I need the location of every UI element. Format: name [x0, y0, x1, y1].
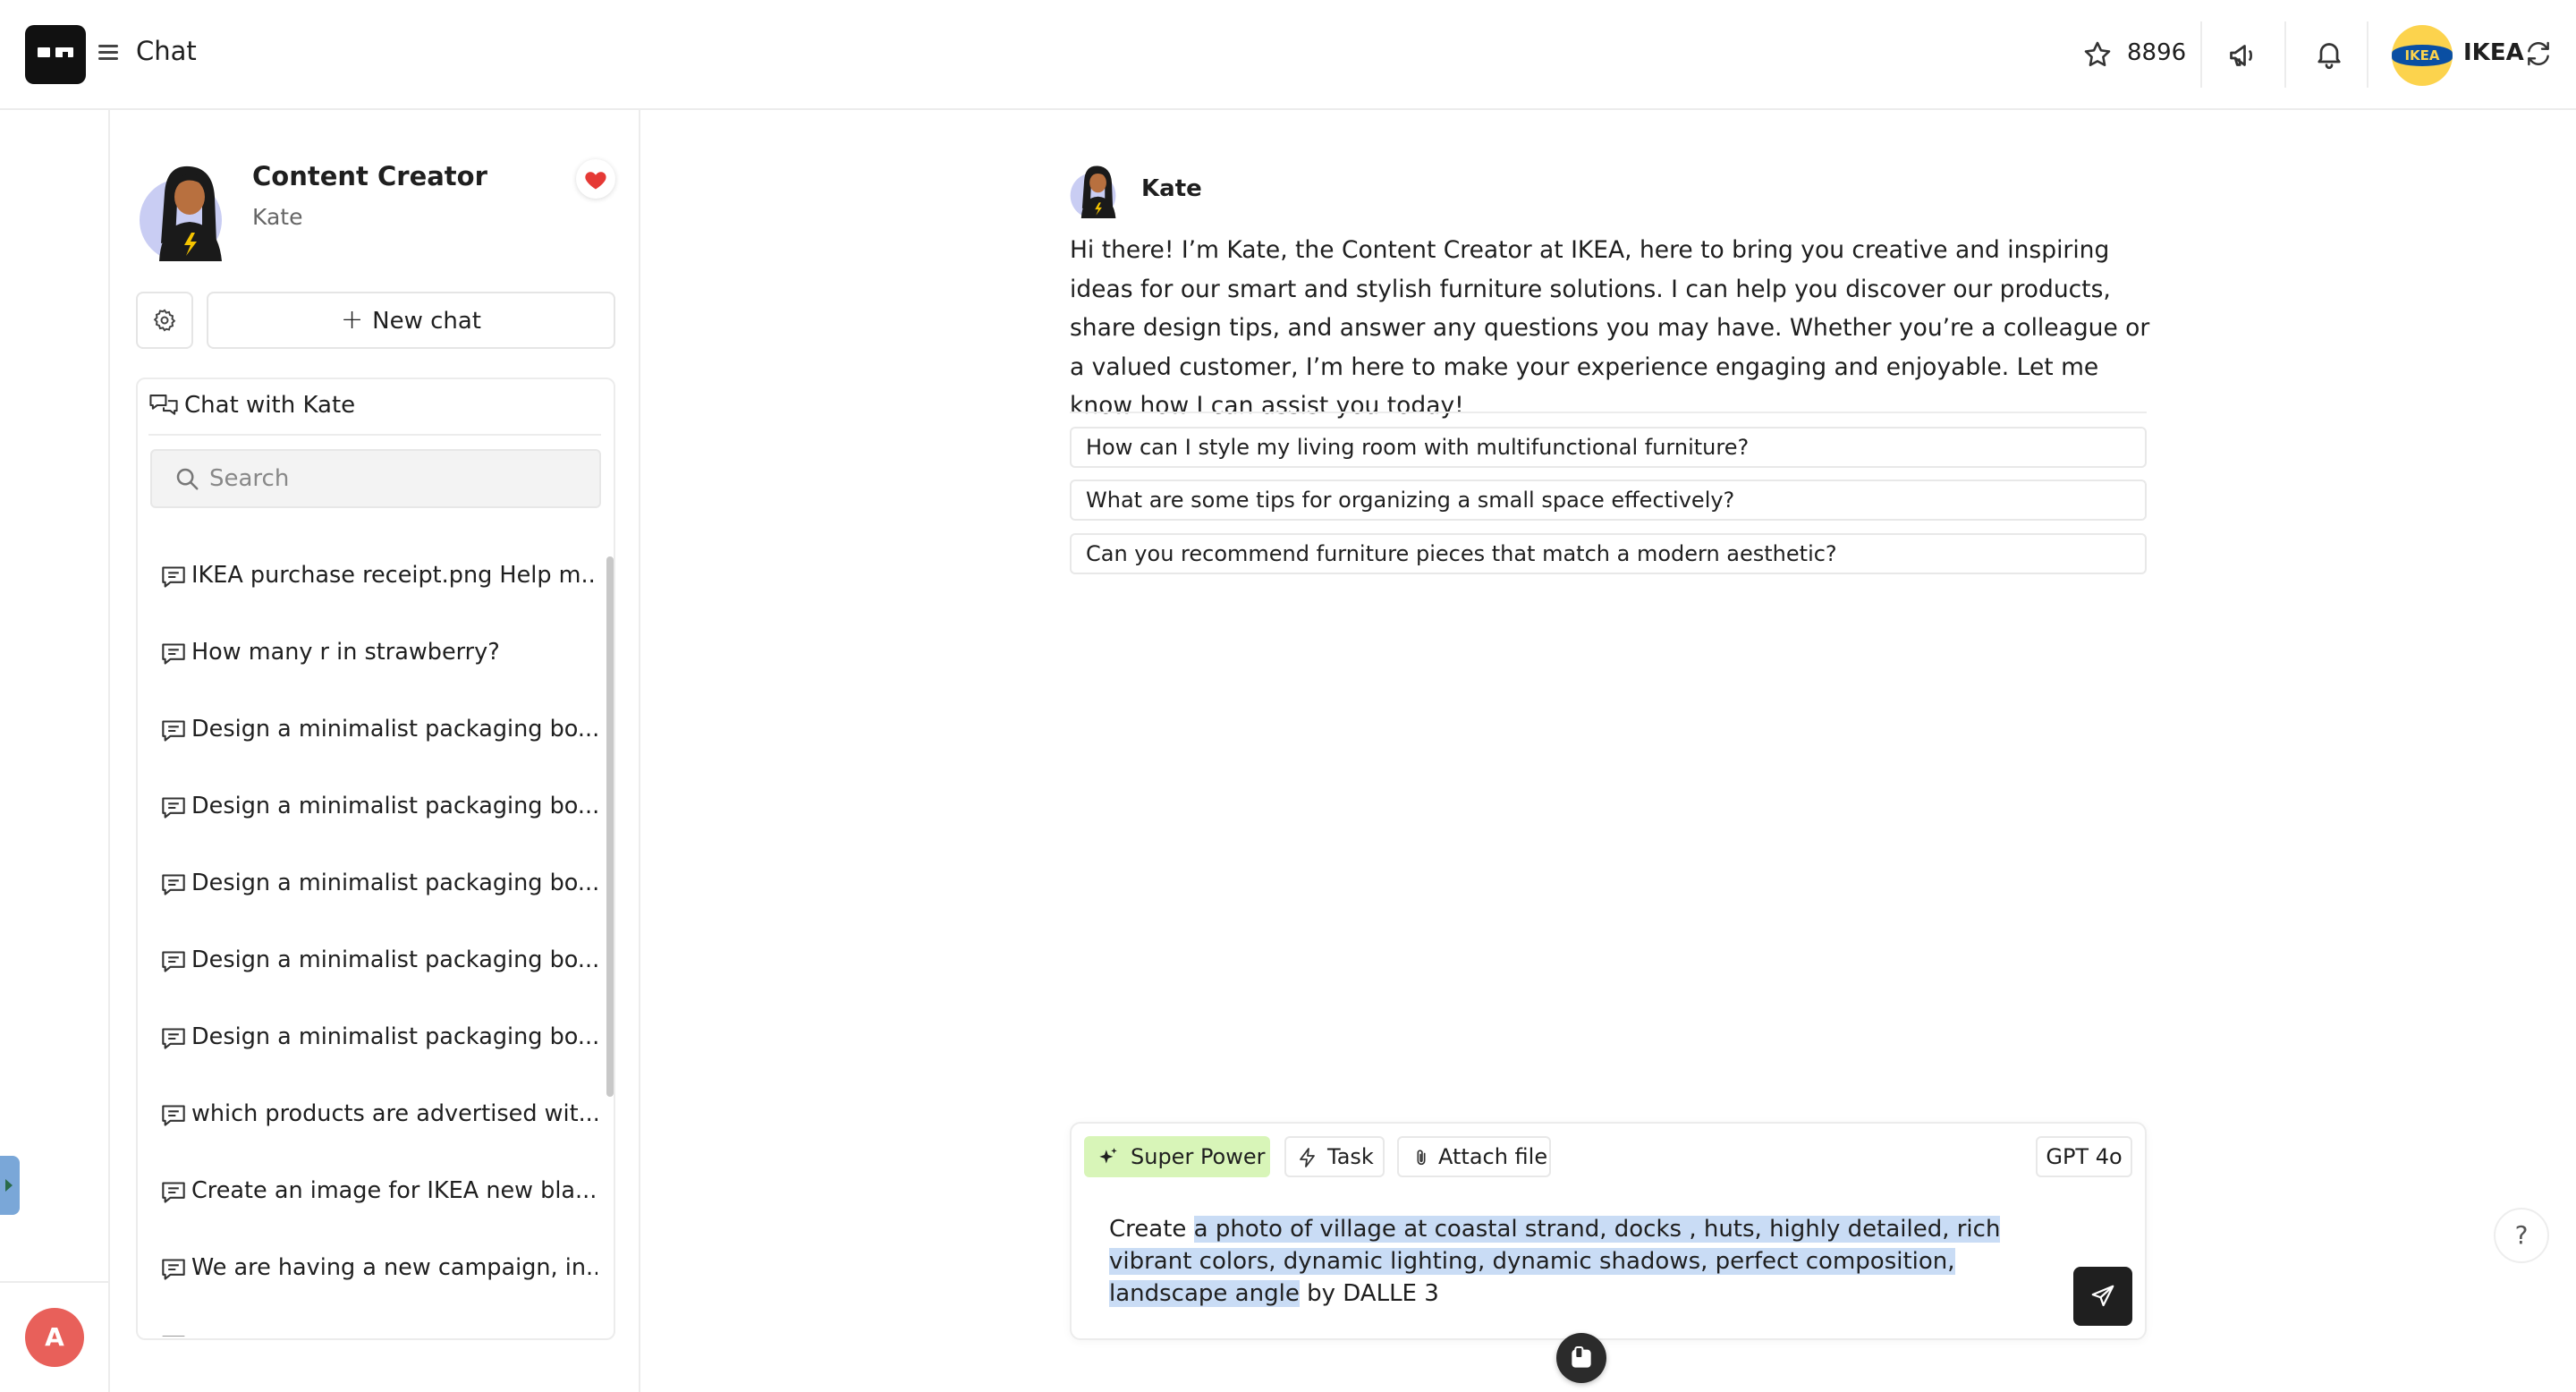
- page-title: Chat: [136, 36, 197, 66]
- list-item-label: Design a minimalist packaging bo...: [191, 870, 597, 896]
- divider: [2367, 21, 2368, 88]
- heart-icon: [585, 172, 606, 190]
- assistant-name: Kate: [252, 204, 303, 230]
- chat-icon: [162, 1182, 185, 1203]
- help-button[interactable]: ?: [2494, 1208, 2549, 1263]
- chat-icon: [162, 1336, 185, 1337]
- chat-icon: [162, 1105, 185, 1126]
- gear-icon: [153, 309, 176, 332]
- list-item-label: Design a minimalist packaging bo...: [191, 716, 597, 743]
- top-bar: [0, 0, 2576, 110]
- chat-icon: [162, 874, 185, 895]
- suggestion-button[interactable]: How can I style my living room with mult…: [1070, 427, 2147, 468]
- divider: [1070, 412, 2147, 413]
- send-button[interactable]: [2073, 1267, 2132, 1326]
- divider: [0, 1281, 110, 1283]
- task-button[interactable]: Task: [1284, 1136, 1385, 1177]
- message-author: Kate: [1141, 175, 1202, 202]
- megaphone-icon[interactable]: [2227, 39, 2259, 72]
- search-input[interactable]: [209, 451, 594, 506]
- list-item[interactable]: Design a minimalist packaging bo...: [161, 712, 597, 751]
- list-item[interactable]: Design a minimalist packaging bo...: [161, 1020, 597, 1059]
- list-item[interactable]: [161, 1328, 581, 1337]
- divider: [148, 434, 601, 436]
- list-item-label: Design a minimalist packaging bo...: [191, 1023, 597, 1050]
- app-logo[interactable]: [25, 25, 86, 84]
- widget-icon: [1572, 1346, 1591, 1368]
- list-item-label: Create an image for IKEA new bla...: [191, 1177, 597, 1204]
- model-selector[interactable]: GPT 4o: [2036, 1136, 2132, 1177]
- list-item-label: We are having a new campaign, in...: [191, 1254, 597, 1281]
- credits-count: 8896: [2127, 39, 2187, 66]
- chat-icon: [162, 1259, 185, 1280]
- list-item-label: How many r in strawberry?: [191, 639, 500, 666]
- search-icon: [176, 468, 199, 490]
- assistant-avatar: [140, 166, 222, 261]
- org-name[interactable]: IKEA: [2463, 39, 2524, 66]
- super-power-label: Super Power: [1131, 1144, 1266, 1169]
- plus-icon: +: [340, 304, 364, 335]
- expand-rail-handle[interactable]: [0, 1156, 20, 1215]
- list-item[interactable]: IKEA purchase receipt.png Help m...: [161, 558, 597, 598]
- scrollbar-thumb[interactable]: [606, 556, 614, 1097]
- chat-icon: [162, 566, 185, 588]
- prompt-text: by DALLE 3: [1299, 1280, 1439, 1307]
- send-icon: [2091, 1285, 2114, 1307]
- chat-icon: [162, 720, 185, 742]
- favorite-button[interactable]: [576, 159, 615, 199]
- suggestion-button[interactable]: Can you recommend furniture pieces that …: [1070, 533, 2147, 574]
- chat-icon: [162, 951, 185, 972]
- user-avatar[interactable]: A: [25, 1308, 84, 1367]
- sparkle-icon: [1099, 1148, 1117, 1164]
- list-item[interactable]: Design a minimalist packaging bo...: [161, 789, 597, 828]
- bell-icon[interactable]: [2313, 38, 2345, 70]
- star-icon[interactable]: [2082, 39, 2113, 70]
- assistant-role: Content Creator: [252, 161, 487, 191]
- assistant-message-avatar: [1070, 166, 1116, 218]
- task-label: Task: [1327, 1144, 1374, 1169]
- chat-history-list: IKEA purchase receipt.png Help m... How …: [136, 537, 597, 1337]
- menu-icon[interactable]: [97, 41, 120, 66]
- list-item[interactable]: Design a minimalist packaging bo...: [161, 943, 597, 982]
- prompt-text: Create: [1109, 1216, 1194, 1243]
- lightning-icon: [1300, 1148, 1315, 1167]
- list-item[interactable]: which products are advertised wit...: [161, 1097, 597, 1136]
- divider: [2200, 21, 2202, 88]
- chat-icon: [162, 1028, 185, 1049]
- attach-file-label: Attach file: [1438, 1144, 1548, 1169]
- settings-button[interactable]: [136, 292, 193, 349]
- new-chat-label: New chat: [372, 308, 481, 335]
- list-item-label: Design a minimalist packaging bo...: [191, 793, 597, 819]
- history-title: Chat with Kate: [184, 392, 356, 419]
- floating-widget-button[interactable]: [1556, 1333, 1606, 1383]
- list-item-label: Design a minimalist packaging bo...: [191, 946, 597, 973]
- suggestion-button[interactable]: What are some tips for organizing a smal…: [1070, 480, 2147, 521]
- paperclip-icon: [1417, 1150, 1426, 1166]
- attach-file-button[interactable]: Attach file: [1397, 1136, 1551, 1177]
- switch-org-icon[interactable]: [2524, 39, 2553, 68]
- assistant-message: Hi there! I’m Kate, the Content Creator …: [1070, 236, 2150, 420]
- list-item[interactable]: How many r in strawberry?: [161, 635, 581, 675]
- prompt-input[interactable]: Create a photo of village at coastal str…: [1109, 1213, 2021, 1320]
- list-item[interactable]: Design a minimalist packaging bo...: [161, 866, 597, 905]
- org-logo[interactable]: IKEA: [2392, 25, 2453, 86]
- list-item-label: which products are advertised wit...: [191, 1100, 597, 1127]
- chat-icon: [162, 797, 185, 819]
- chat-icon: [162, 643, 185, 665]
- super-power-button[interactable]: Super Power: [1084, 1136, 1270, 1177]
- chat-bubbles-icon: [149, 395, 178, 415]
- divider: [2284, 21, 2286, 88]
- list-item[interactable]: Create an image for IKEA new bla...: [161, 1174, 597, 1213]
- list-item[interactable]: We are having a new campaign, in...: [161, 1251, 597, 1290]
- list-item-label: IKEA purchase receipt.png Help m...: [191, 562, 597, 589]
- new-chat-button[interactable]: + New chat: [207, 292, 615, 349]
- prompt-selected-text: a photo of village at coastal strand, do…: [1109, 1216, 2001, 1307]
